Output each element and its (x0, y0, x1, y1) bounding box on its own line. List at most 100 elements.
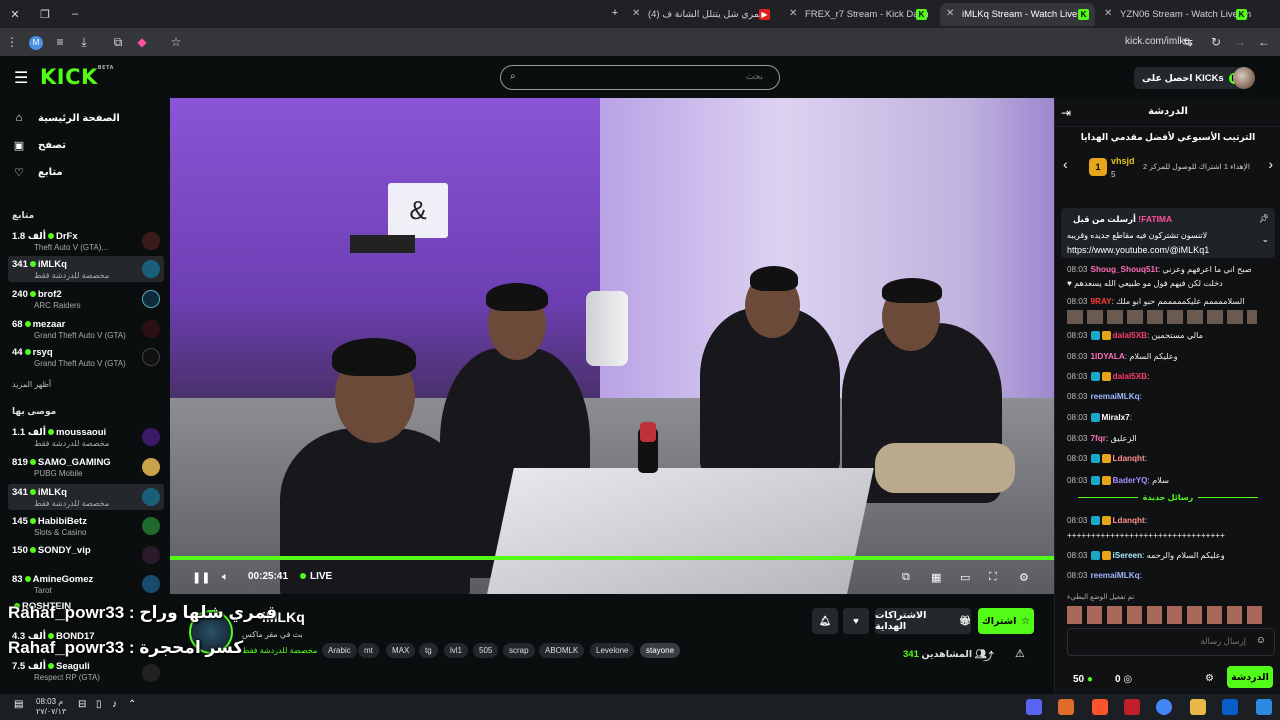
translate-icon[interactable]: ⇆ (1176, 35, 1200, 49)
chevron-up-icon[interactable]: ⌃ (128, 699, 136, 710)
search-input[interactable] (523, 71, 763, 81)
restore-window-icon[interactable]: ❐ (30, 8, 60, 21)
get-kicks-button[interactable]: احصل على KICKs K (1134, 67, 1248, 89)
channel-item[interactable]: 145 HabibiBetz Slots & Casino (8, 513, 164, 539)
channel-item[interactable]: 240 brof2 ARC Raiders (8, 286, 164, 312)
stream-category[interactable]: مخصصة للدردشة فقط (242, 646, 317, 655)
follow-heart-button[interactable]: ♥ (843, 608, 869, 634)
fullscreen-icon[interactable]: ⛶ (989, 571, 997, 584)
channel-item[interactable]: 341 iMLKq مخصصة للدردشة فقط (8, 484, 164, 510)
kicks-balance[interactable]: 50 ● (1073, 674, 1093, 685)
brave-icon[interactable] (1092, 699, 1108, 715)
download-icon[interactable]: ⤓ (72, 35, 96, 50)
reload-icon[interactable]: ↻ (1204, 35, 1228, 49)
file-explorer-icon[interactable] (1190, 699, 1206, 715)
extension-pink-icon[interactable]: ◆ (130, 35, 154, 49)
minimize-window-icon[interactable]: – (60, 8, 90, 20)
report-flag-icon[interactable]: ⚠ (1015, 647, 1025, 660)
tag[interactable]: stayone (640, 643, 681, 658)
pinned-message[interactable]: أرسلت من قبل !FATIMA 📌︎ ⌄ لاتنسون تشتركو… (1061, 208, 1275, 258)
browser-tab[interactable]: ✕ قمري شل يتتلل الشانة ف (4) ▶ (626, 3, 776, 26)
browser-tab-active[interactable]: ✕ iMLKq Stream - Watch Live K (940, 3, 1095, 26)
extensions-icon[interactable]: ⧉ (106, 35, 130, 50)
chat-input[interactable] (1076, 636, 1246, 646)
share-icon[interactable]: ⤴ (983, 648, 994, 664)
chat-settings-gear-icon[interactable]: ⚙ (1205, 673, 1214, 684)
tag[interactable]: ABOMLK (539, 643, 585, 658)
coin-balance[interactable]: 0 ◎ (1115, 674, 1132, 685)
keyboard-icon[interactable]: ▤ (14, 699, 23, 710)
search-bar[interactable]: ⌕ (500, 65, 780, 90)
volume-icon[interactable]: 🔈︎ (222, 571, 229, 584)
close-tab-icon[interactable]: ✕ (789, 8, 797, 19)
network-icon[interactable]: ⊟ (78, 699, 86, 710)
hamburger-menu-icon[interactable]: ☰ (14, 68, 28, 88)
battery-icon[interactable]: ▯ (96, 699, 102, 710)
mic-icon[interactable]: ♪ (112, 699, 117, 710)
settings-gear-icon[interactable]: ⚙ (1019, 571, 1029, 584)
profile-avatar[interactable]: M (24, 34, 48, 50)
close-tab-icon[interactable]: ✕ (632, 8, 640, 19)
tag[interactable]: mt (358, 643, 379, 658)
channel-item[interactable]: 83 AmineGomez Tarot (8, 571, 164, 597)
sidebar-item-home[interactable]: ⌂ الصفحة الرئيسية (12, 112, 120, 124)
kicks-icon: ● (1086, 674, 1093, 685)
app-icon[interactable] (1058, 699, 1074, 715)
browser-tab[interactable]: ✕ YZN06 Stream - Watch Live on K (1098, 3, 1253, 26)
channel-item[interactable]: 1.8 ألف DrFx Theft Auto V (GTA)... (8, 228, 164, 254)
chrome-icon[interactable] (1156, 699, 1172, 715)
tag[interactable]: Levelone (590, 643, 635, 658)
channel-item[interactable]: 150 SONDY_vip (8, 542, 164, 568)
media-app-icon[interactable] (1124, 699, 1140, 715)
theater-mode-icon[interactable]: ▭ (960, 571, 970, 584)
sidebar-item-browse[interactable]: ▣ تصفح (12, 139, 66, 152)
show-more-link[interactable]: أظهر المزيد (12, 380, 51, 389)
video-progress-bar[interactable] (170, 556, 1054, 560)
close-tab-icon[interactable]: ✕ (1104, 8, 1112, 19)
new-messages-divider: رسائل جديدة (1055, 493, 1280, 502)
channel-item[interactable]: 7.5 ألف Seaguli Respect RP (GTA) (8, 658, 164, 684)
user-avatar[interactable] (1233, 67, 1255, 89)
chevron-right-icon[interactable]: › (1268, 156, 1273, 172)
sidebar-item-following[interactable]: ♡ متابع (12, 166, 63, 179)
notification-bell-button[interactable]: 🔔︎ (812, 608, 838, 634)
video-player[interactable]: & (170, 98, 1054, 594)
menu-dots-icon[interactable]: ⋮ (0, 35, 24, 49)
tag[interactable]: MAX (386, 643, 416, 658)
chat-send-button[interactable]: الدردشة (1227, 666, 1273, 688)
channel-item[interactable]: 68 mezaar Grand Theft Auto V (GTA) (8, 316, 164, 342)
bookmark-star-icon[interactable]: ☆ (164, 35, 188, 49)
heart-icon: ♥ (853, 615, 859, 627)
gift-subs-button[interactable]: الاشتراكات الهداية 🎁︎ (875, 608, 971, 634)
subscribe-button[interactable]: اشتراك ☆ (978, 608, 1034, 634)
emoji-icon[interactable]: ☺ (1256, 635, 1266, 646)
new-tab-icon[interactable]: + (600, 7, 630, 19)
channel-item[interactable]: 1.1 ألف moussaoui مخصصة للدردشة فقط (8, 424, 164, 450)
pause-icon[interactable]: ❚❚ (192, 571, 210, 584)
tag[interactable]: 505 (473, 643, 499, 658)
discord-icon[interactable] (1026, 699, 1042, 715)
close-window-icon[interactable]: ✕ (0, 8, 30, 21)
close-tab-icon[interactable]: ✕ (946, 8, 954, 19)
channel-item[interactable]: 44 rsyq Grand Theft Auto V (GTA) (8, 344, 164, 370)
tag[interactable]: Arabic (322, 643, 357, 658)
tag[interactable]: tg (419, 643, 438, 658)
channel-item[interactable]: 341 iMLKq مخصصة للدردشة فقط (8, 256, 164, 282)
emote-picker-row[interactable] (1067, 606, 1267, 624)
store-icon[interactable] (1222, 699, 1238, 715)
kick-logo[interactable]: KICKBETA (40, 65, 114, 89)
overlay-chat-line: Rahaf_powr33 : كسر امحجرة (8, 638, 244, 657)
equalizer-icon[interactable]: ≡ (48, 35, 72, 49)
channel-item[interactable]: 819 SAMO_GAMING PUBG Mobile (8, 454, 164, 480)
tag[interactable]: scrap (503, 643, 535, 658)
back-icon[interactable]: ← (1252, 35, 1276, 49)
mini-player-icon[interactable]: ⧉ (902, 571, 910, 584)
chevron-down-icon[interactable]: ⌄ (1261, 234, 1269, 245)
forward-icon[interactable]: → (1228, 35, 1252, 49)
chevron-left-icon[interactable]: ‹ (1063, 156, 1068, 172)
tag[interactable]: lvl1 (444, 643, 469, 658)
chat-input-box[interactable]: ☺ (1067, 628, 1275, 656)
windows-start-icon[interactable] (1256, 699, 1272, 715)
clip-icon[interactable]: ▦ (931, 571, 941, 584)
browser-tab[interactable]: ✕ FREX_r7 Stream - Kick Dash K (783, 3, 933, 26)
